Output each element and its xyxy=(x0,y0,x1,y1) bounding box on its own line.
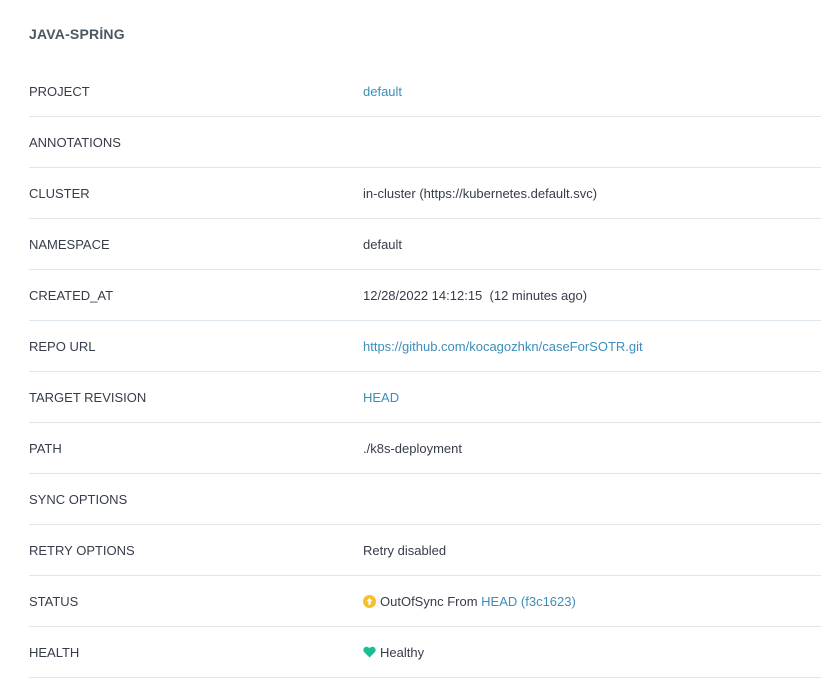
row-namespace: NAMESPACE default xyxy=(29,219,821,270)
status-revision-link[interactable]: HEAD (f3c1623) xyxy=(481,594,576,609)
created-at-relative: (12 minutes ago) xyxy=(489,287,588,303)
target-revision-value-cell: HEAD xyxy=(363,390,821,405)
created-at-value-cell: 12/28/2022 14:12:15 (12 minutes ago) xyxy=(363,288,821,303)
created-at-timestamp: 12/28/2022 14:12:15 xyxy=(363,287,483,303)
row-cluster: CLUSTER in-cluster (https://kubernetes.d… xyxy=(29,168,821,219)
status-label: STATUS xyxy=(29,593,79,609)
repo-url-label: REPO URL xyxy=(29,338,96,354)
namespace-value: default xyxy=(363,236,403,252)
created-at-label: CREATED_AT xyxy=(29,287,114,303)
path-label: PATH xyxy=(29,440,62,456)
heart-icon xyxy=(363,646,376,658)
retry-options-label: RETRY OPTIONS xyxy=(29,542,135,558)
row-annotations: ANNOTATIONS xyxy=(29,117,821,168)
row-project: PROJECT default xyxy=(29,66,821,117)
health-value-cell: Healthy xyxy=(363,645,821,660)
retry-options-value: Retry disabled xyxy=(363,542,447,558)
row-path: PATH ./k8s-deployment xyxy=(29,423,821,474)
row-status: STATUS OutOfSync From HEAD (f3c1623) xyxy=(29,576,821,627)
target-revision-label: TARGET REVISION xyxy=(29,389,147,405)
row-sync-options: SYNC OPTIONS xyxy=(29,474,821,525)
path-value: ./k8s-deployment xyxy=(363,440,462,456)
repo-url-value-cell: https://github.com/kocagozhkn/caseForSOT… xyxy=(363,339,821,354)
row-target-revision: TARGET REVISION HEAD xyxy=(29,372,821,423)
status-value-cell: OutOfSync From HEAD (f3c1623) xyxy=(363,594,821,609)
status-text: OutOfSync From xyxy=(380,593,478,609)
project-value-cell: default xyxy=(363,84,821,99)
cluster-value: in-cluster (https://kubernetes.default.s… xyxy=(363,185,598,201)
target-revision-link[interactable]: HEAD xyxy=(363,390,399,405)
namespace-label: NAMESPACE xyxy=(29,236,110,252)
status-revision: HEAD xyxy=(481,593,518,609)
annotations-label: ANNOTATIONS xyxy=(29,134,121,150)
arrow-up-circle-icon xyxy=(363,594,376,608)
project-label: PROJECT xyxy=(29,83,90,99)
sync-options-label: SYNC OPTIONS xyxy=(29,491,128,507)
health-label: HEALTH xyxy=(29,644,80,660)
row-repo-url: REPO URL https://github.com/kocagozhkn/c… xyxy=(29,321,821,372)
cluster-label: CLUSTER xyxy=(29,185,90,201)
app-title: JAVA-SPRİNG xyxy=(29,26,125,42)
row-created-at: CREATED_AT 12/28/2022 14:12:15 (12 minut… xyxy=(29,270,821,321)
health-text: Healthy xyxy=(380,644,425,660)
project-link[interactable]: default xyxy=(363,84,402,99)
application-summary-panel: JAVA-SPRİNG PROJECT default ANNOTATIONS … xyxy=(29,0,821,678)
row-health: HEALTH Healthy xyxy=(29,627,821,678)
repo-url-link[interactable]: https://github.com/kocagozhkn/caseForSOT… xyxy=(363,339,643,354)
status-commit: (f3c1623) xyxy=(520,593,576,609)
summary-rows: PROJECT default ANNOTATIONS CLUSTER in-c… xyxy=(29,66,821,678)
row-retry-options: RETRY OPTIONS Retry disabled xyxy=(29,525,821,576)
